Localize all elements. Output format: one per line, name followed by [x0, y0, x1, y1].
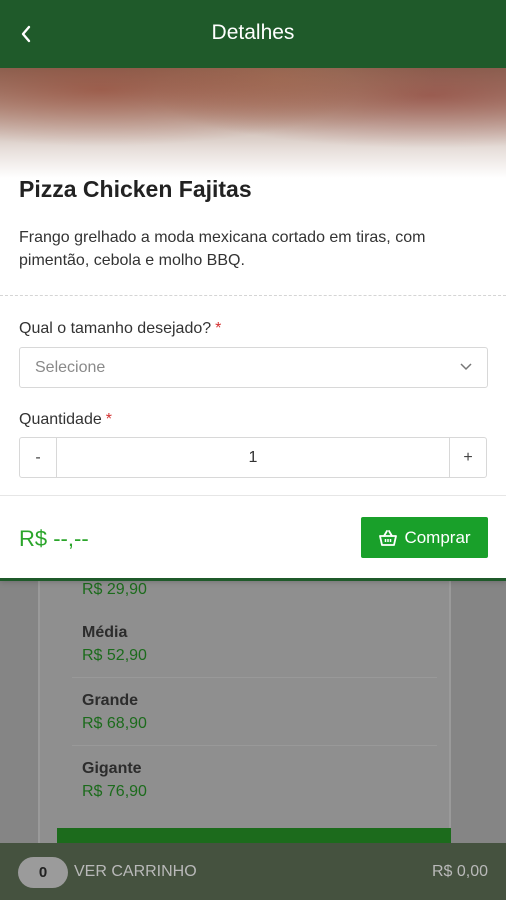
app-header: Detalhes [0, 0, 506, 68]
background-list-item: Grande R$ 68,90 [72, 680, 437, 746]
quantity-increase-button[interactable]: + [449, 438, 486, 477]
product-description: Frango grelhado a moda mexicana cortado … [19, 229, 426, 269]
quantity-value[interactable]: 1 [57, 438, 449, 477]
size-name: Grande [82, 692, 139, 709]
size-name: Gigante [82, 760, 142, 777]
required-mark: * [105, 411, 112, 428]
cart-total: R$ 0,00 [431, 863, 488, 880]
quantity-decrease-button[interactable]: - [20, 438, 57, 477]
size-select-placeholder: Selecione [35, 359, 106, 376]
product-image [0, 68, 506, 178]
footer-divider [0, 495, 506, 496]
quantity-stepper: - 1 + [19, 437, 487, 478]
cart-count-badge[interactable]: 0 [18, 857, 68, 888]
background-first-price: R$ 29,90 [82, 581, 147, 598]
product-price: R$ --,-- [19, 526, 89, 551]
view-cart-link[interactable]: VER CARRINHO [74, 863, 197, 881]
product-name: Pizza Chicken Fajitas [19, 176, 252, 202]
quantity-label-row: Quantidade * [19, 411, 112, 429]
page-title: Detalhes [211, 21, 295, 44]
size-name: Média [82, 624, 128, 641]
buy-button[interactable]: Comprar [361, 517, 488, 558]
size-label: Qual o tamanho desejado? [19, 320, 212, 337]
background-list-item: Média R$ 52,90 [72, 612, 437, 678]
sheet-bottom-border [0, 578, 506, 581]
size-label-row: Qual o tamanho desejado? * [19, 320, 221, 338]
size-select[interactable]: Selecione [19, 347, 488, 388]
cart-bar: 0 VER CARRINHO R$ 0,00 [0, 843, 506, 900]
chevron-down-icon [459, 360, 473, 374]
quantity-label: Quantidade [19, 411, 102, 428]
size-price: R$ 68,90 [82, 715, 147, 732]
buy-button-label: Comprar [404, 527, 471, 547]
background-list-item: Gigante R$ 76,90 [72, 748, 437, 814]
required-mark: * [215, 320, 222, 337]
product-detail-sheet: Pizza Chicken Fajitas Frango grelhado a … [0, 68, 506, 578]
basket-icon [379, 529, 398, 546]
dashed-divider [0, 295, 506, 296]
size-price: R$ 52,90 [82, 647, 147, 664]
size-price: R$ 76,90 [82, 783, 147, 800]
